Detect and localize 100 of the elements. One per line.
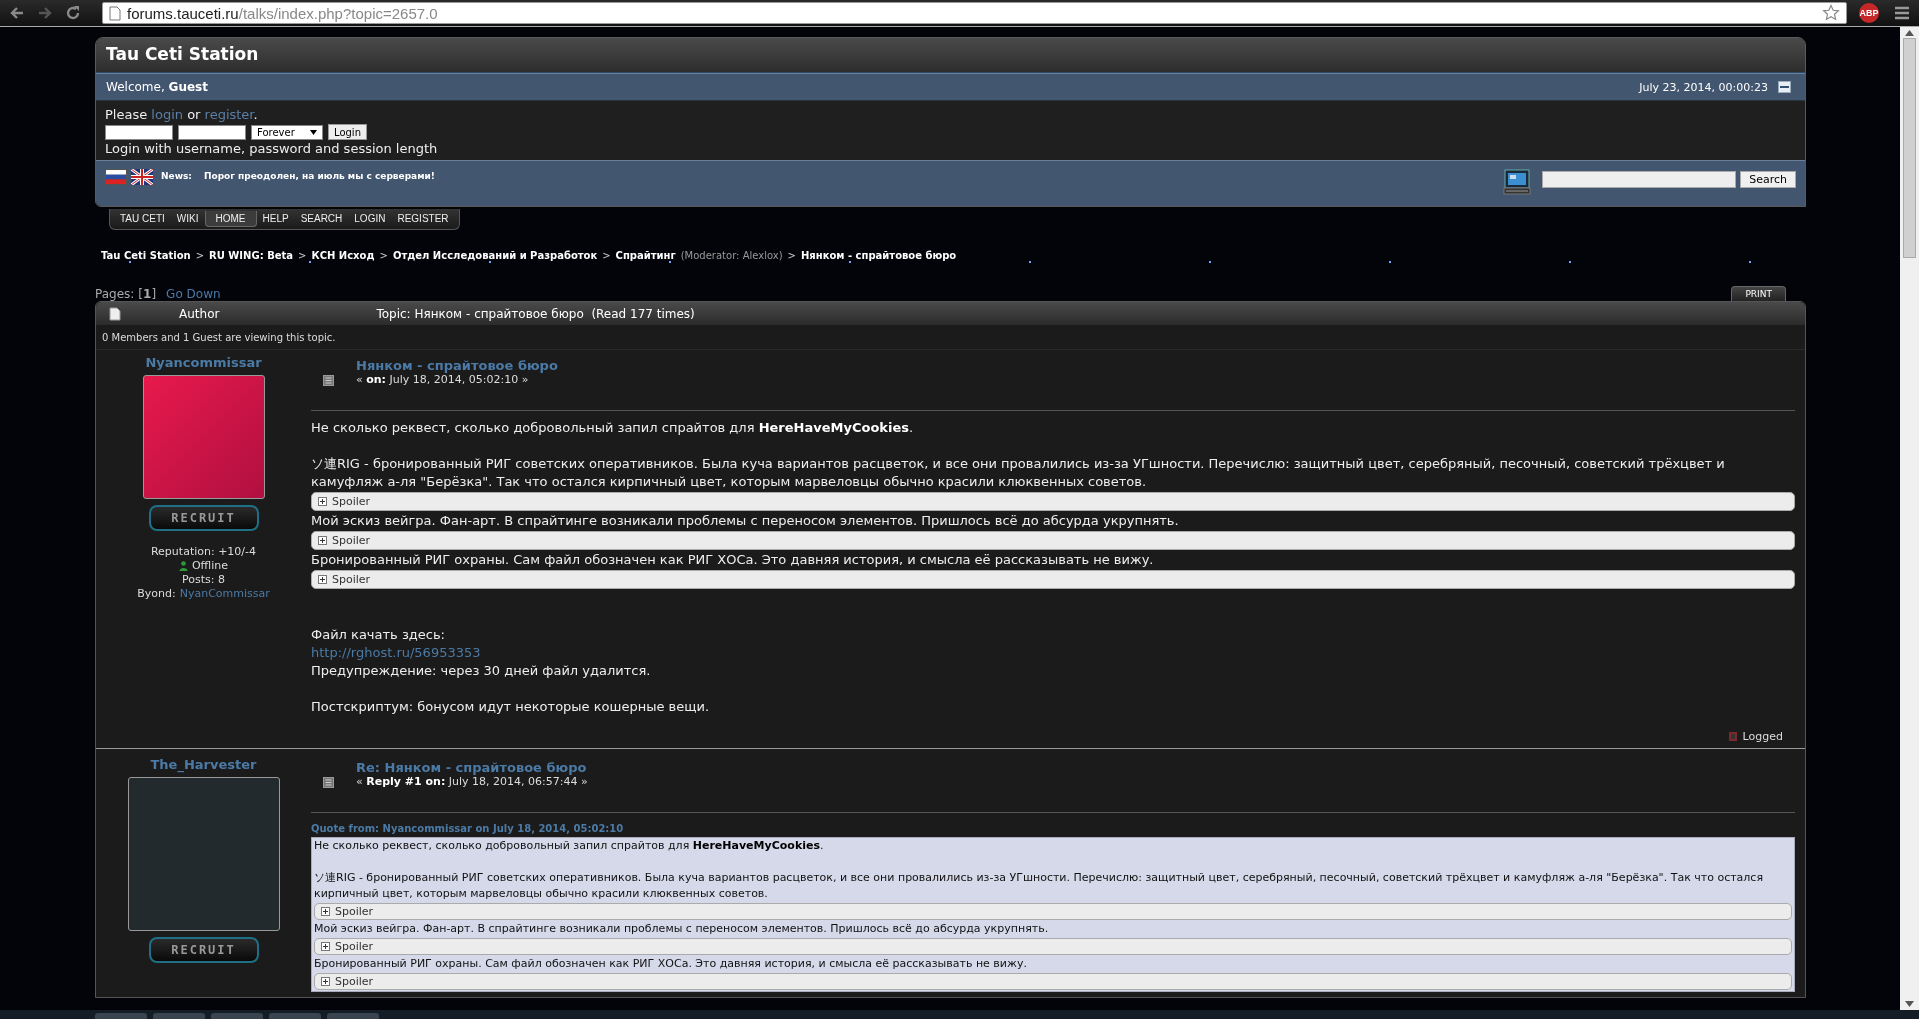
back-icon[interactable] xyxy=(9,5,25,21)
author-column-heading: Author xyxy=(179,306,220,321)
extension-badge[interactable]: ABP xyxy=(1859,3,1879,23)
session-length-dropdown[interactable]: Forever xyxy=(251,124,323,140)
breadcrumb-separator: > xyxy=(298,250,307,261)
menu-tab[interactable]: HELP xyxy=(256,211,295,227)
welcome-text: Welcome, Guest xyxy=(106,80,208,94)
profile-link[interactable]: NyanCommissar xyxy=(179,587,270,600)
spoiler-toggle[interactable]: Spoiler xyxy=(311,492,1795,511)
logged-icon xyxy=(1728,732,1737,741)
collapse-icon[interactable] xyxy=(1778,81,1791,93)
russian-flag-icon[interactable] xyxy=(105,169,127,185)
profile-stat: Posts: 8 xyxy=(182,573,225,586)
menu-tab[interactable]: SEARCH xyxy=(294,211,349,227)
login-link[interactable]: login xyxy=(151,107,183,122)
author-name[interactable]: The_Harvester xyxy=(150,757,257,772)
date-time: July 23, 2014, 00:00:23 xyxy=(1639,80,1768,94)
status-text: Offline xyxy=(191,559,229,572)
post-paragraph: Постскриптум: бонусом идут некоторые кошерные вещи. xyxy=(311,698,711,716)
spoiler-toggle[interactable]: Spoiler xyxy=(314,903,1792,920)
post-icon xyxy=(323,777,334,788)
breadcrumb-link[interactable]: Спрайтинг xyxy=(615,250,676,261)
register-link[interactable]: register xyxy=(204,107,254,122)
scrollbar[interactable] xyxy=(1900,27,1919,1010)
rank-badge: RECRUIT xyxy=(148,505,259,531)
status-person-icon xyxy=(178,560,188,571)
spoiler-toggle[interactable]: Spoiler xyxy=(311,570,1795,589)
post-date: « Reply #1 on: July 18, 2014, 06:57:44 » xyxy=(356,775,588,788)
moderator-note: (Moderator: Alexlox) xyxy=(680,250,783,261)
topic-heading: Topic: Нянком - спрайтовое бюро (Read 177 times) xyxy=(376,306,695,321)
spoiler-toggle[interactable]: Spoiler xyxy=(314,938,1792,955)
scroll-up-icon xyxy=(1905,30,1914,36)
spoiler-toggle[interactable]: Spoiler xyxy=(311,531,1795,550)
expand-icon xyxy=(321,977,330,986)
go-down-link[interactable]: Go Down xyxy=(166,287,221,301)
breadcrumb-link[interactable]: Tau Ceti Station xyxy=(101,250,191,261)
bookmark-star-icon[interactable] xyxy=(1822,4,1840,22)
rank-badge: RECRUIT xyxy=(148,937,259,963)
url-text: forums.tauceti.ru/talks/index.php?topic=2657.0 xyxy=(127,4,438,22)
menu-tab[interactable]: HOME xyxy=(204,211,257,227)
menu-tab[interactable]: LOGIN xyxy=(348,211,392,227)
expand-icon xyxy=(321,907,330,916)
quote-paragraph: Бронированный РИГ охраны. Сам файл обозначен как РИГ ХОСа. Это давняя история, и смысла её рассказывать не вижу. xyxy=(314,956,1028,972)
profile-label: Byond: xyxy=(137,587,176,600)
quote-paragraph: Мой эскиз вейгра. Фан-арт. В спрайтинге возникали проблемы с переносом элементов. Пришлось всё до абсурда укрупнять. xyxy=(314,921,1050,937)
post-date: « on: July 18, 2014, 05:02:10 » xyxy=(356,373,530,386)
news-text: Порог преодолен, на июль мы с серверами! xyxy=(203,171,435,181)
breadcrumb-link[interactable]: Нянком - спрайтовое бюро xyxy=(800,250,957,261)
current-page[interactable]: [1] xyxy=(138,287,157,301)
computer-terminal-icon xyxy=(1502,168,1533,198)
uk-flag-icon[interactable] xyxy=(131,169,153,185)
menu-icon[interactable] xyxy=(1894,6,1910,20)
breadcrumb-separator: > xyxy=(787,250,796,261)
username-field[interactable] xyxy=(105,124,173,140)
viewers-text: 0 Members and 1 Guest are viewing this topic. xyxy=(96,325,1805,350)
profile-stat: Reputation: +10/-4 xyxy=(150,545,257,558)
address-bar[interactable]: forums.tauceti.ru/talks/index.php?topic=2657.0 xyxy=(102,2,1847,24)
post-paragraph: Мой эскиз вейгра. Фан-арт. В спрайтинге возникали проблемы с переносом элементов. Пришлось всё до абсурда укрупнять. xyxy=(311,512,1180,530)
print-button[interactable]: PRINT xyxy=(1731,286,1786,301)
post-title[interactable]: Нянком - спрайтовое бюро xyxy=(356,358,558,373)
breadcrumb-link[interactable]: Отдел Исследований и Разработок xyxy=(392,250,598,261)
forward-icon[interactable] xyxy=(37,5,53,21)
breadcrumb-separator: > xyxy=(379,250,388,261)
expand-icon xyxy=(318,497,327,506)
breadcrumb-separator: > xyxy=(195,250,204,261)
caret-icon xyxy=(310,129,317,135)
pages-label: Pages: xyxy=(95,287,135,301)
expand-icon xyxy=(318,575,327,584)
breadcrumb-separator: > xyxy=(602,250,611,261)
document-icon xyxy=(109,306,121,321)
post-paragraph: Бронированный РИГ охраны. Сам файл обозначен как РИГ ХОСа. Это давняя история, и смысла её рассказывать не вижу. xyxy=(311,551,1155,569)
breadcrumb-link[interactable]: RU WING: Beta xyxy=(209,250,294,261)
menu-tab[interactable]: WIKI xyxy=(170,211,205,227)
breadcrumb-link[interactable]: КСН Исход xyxy=(311,250,375,261)
login-button[interactable]: Login xyxy=(328,124,367,140)
expand-icon xyxy=(318,536,327,545)
download-link[interactable]: http://rghost.ru/56953353 xyxy=(311,644,1795,662)
scroll-down-icon xyxy=(1905,1001,1914,1007)
quote-paragraph: ソ連RIG - бронированный РИГ советских оперативников. Была куча вариантов расцветок, и все они провалились из-за УГшности. Перечислю: защитный цвет, серебряный, песочный, советский трёхцвет и камуфляж а-ля "Берёзка". Так что остался кирпичный цвет, которым марвеловцы обычно красили клюквенных советов. xyxy=(314,870,1765,902)
post-title[interactable]: Re: Нянком - спрайтовое бюро xyxy=(356,760,588,775)
login-hint: Login with username, password and session length xyxy=(105,141,439,156)
author-name[interactable]: Nyancommissar xyxy=(145,355,262,370)
quote-paragraph: Не сколько реквест, сколько добровольный запил спрайтов для HereHaveMyCookies. xyxy=(314,838,825,854)
site-title: Tau Ceti Station xyxy=(96,38,1805,73)
search-button[interactable]: Search xyxy=(1740,171,1796,188)
reload-icon[interactable] xyxy=(65,5,81,21)
expand-icon xyxy=(321,942,330,951)
news-label: News: xyxy=(161,171,192,181)
post-paragraph: ソ連RIG - бронированный РИГ советских оперативников. Была куча вариантов расцветок, и все они провалились из-за УГшности. Перечислю: защитный цвет, серебряный, песочный, советский трёхцвет и камуфляж а-ля "Берёзка". Так что остался кирпичный цвет, которым марвеловцы обычно красили клюквенных советов. xyxy=(311,455,1726,491)
post-paragraph: Предупреждение: через 30 дней файл удалится. xyxy=(311,662,652,680)
post-icon xyxy=(323,375,334,386)
menu-tab[interactable]: TAU CETI xyxy=(114,211,171,227)
post-paragraph: Не сколько реквест, сколько добровольный запил спрайтов для HereHaveMyCookies. xyxy=(311,419,915,437)
scrollbar-thumb[interactable] xyxy=(1903,38,1916,258)
logged-text: Logged xyxy=(1742,730,1783,743)
search-field[interactable] xyxy=(1542,171,1737,188)
menu-tab[interactable]: REGISTER xyxy=(391,211,455,227)
spoiler-toggle[interactable]: Spoiler xyxy=(314,973,1792,990)
page-icon xyxy=(109,5,121,21)
password-field[interactable] xyxy=(178,124,246,140)
